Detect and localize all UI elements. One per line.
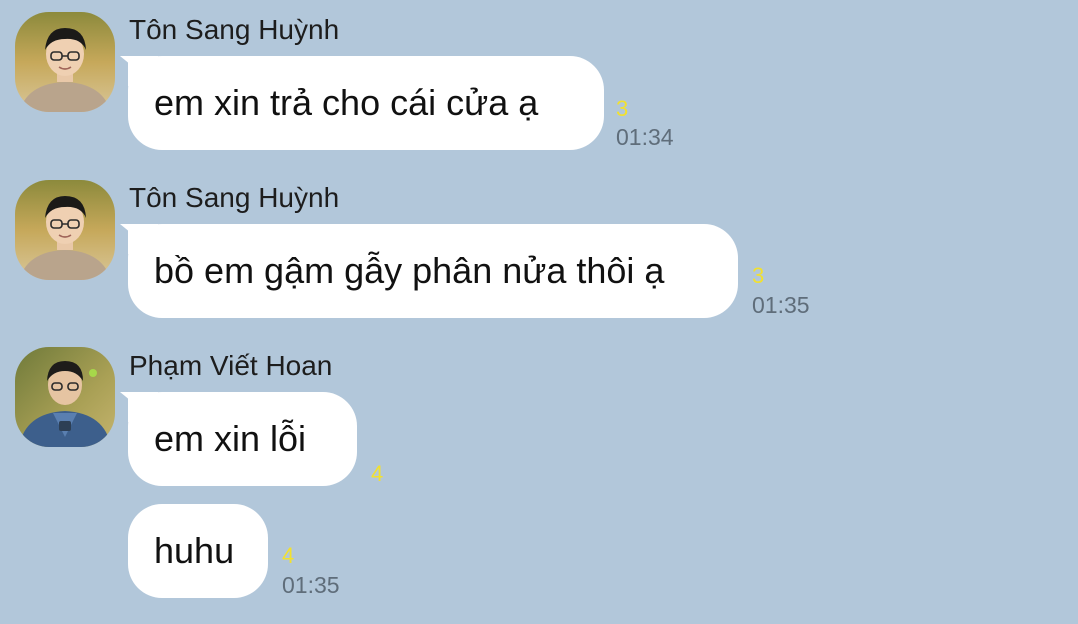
unread-count: 3 — [752, 263, 765, 288]
unread-count: 4 — [282, 543, 295, 568]
unread-count: 3 — [616, 96, 629, 121]
message-bubble[interactable]: em xin lỗi — [120, 392, 357, 486]
avatar-ton-sang-huynh-icon — [15, 12, 115, 112]
chat-view[interactable]: Tôn Sang Huỳnh em xin trả cho cái cửa ạ … — [0, 0, 1078, 624]
message-time: 01:35 — [752, 292, 810, 318]
message-text: bồ em gậm gẫy phân nửa thôi ạ — [154, 250, 665, 291]
avatar[interactable] — [15, 347, 115, 447]
message-text: huhu — [154, 530, 235, 571]
message-bubble[interactable]: huhu — [128, 504, 268, 598]
avatar-pham-viet-hoan-icon — [15, 347, 115, 447]
sender-name: Phạm Viết Hoan — [129, 350, 333, 381]
avatar[interactable] — [15, 180, 115, 280]
avatar[interactable] — [15, 12, 115, 112]
message-bubble[interactable]: em xin trả cho cái cửa ạ — [120, 56, 604, 150]
avatar-ton-sang-huynh-icon — [15, 180, 115, 280]
sender-name: Tôn Sang Huỳnh — [129, 14, 340, 45]
message-time: 01:35 — [282, 572, 340, 598]
sender-name: Tôn Sang Huỳnh — [129, 182, 340, 213]
message-text: em xin trả cho cái cửa ạ — [154, 82, 539, 123]
unread-count: 4 — [371, 461, 384, 486]
message-text: em xin lỗi — [154, 418, 307, 459]
message-time: 01:34 — [616, 124, 674, 150]
message-bubble[interactable]: bồ em gậm gẫy phân nửa thôi ạ — [120, 224, 738, 318]
